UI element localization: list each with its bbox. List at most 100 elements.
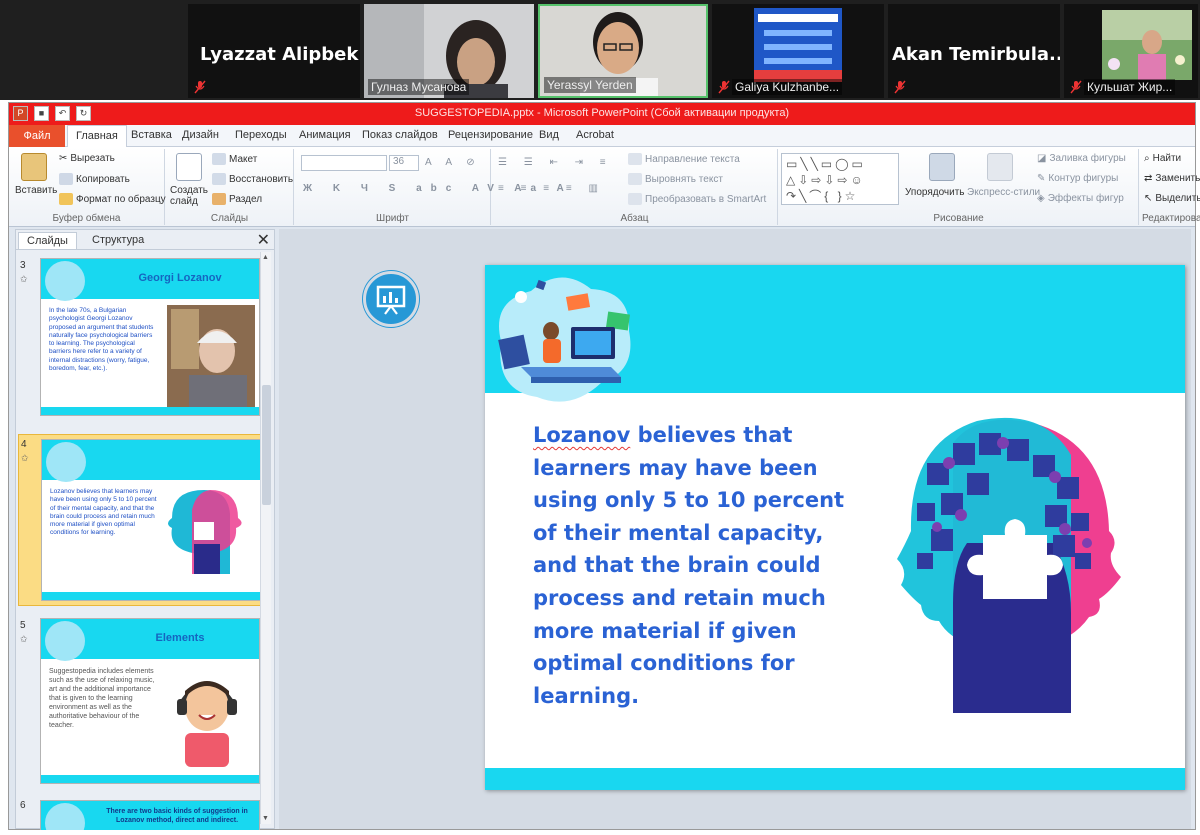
replace-label: Заменить <box>1155 173 1200 184</box>
select-button[interactable]: ↖ Выделить <box>1144 193 1200 204</box>
group-label: Рисование <box>933 213 984 224</box>
slide-thumbnail[interactable]: Elements Suggestopedia includes elements… <box>40 618 260 784</box>
group-label: Шрифт <box>376 213 409 224</box>
tab-animation[interactable]: Анимация <box>299 129 351 141</box>
tab-outline[interactable]: Структура <box>84 232 152 249</box>
slide-number: 4 <box>21 439 27 450</box>
slide-thumbnail[interactable]: Georgi Lozanov In the late 70s, a Bulgar… <box>40 258 260 416</box>
smartart-button[interactable]: Преобразовать в SmartArt <box>628 193 766 205</box>
participant-tile-kulshat[interactable]: Кульшат Жир... <box>1064 4 1198 98</box>
tab-design[interactable]: Дизайн <box>182 129 219 141</box>
slide-number: 6 <box>20 800 26 811</box>
group-label: Слайды <box>210 213 249 224</box>
shape-fill-button[interactable]: ◪ Заливка фигуры <box>1037 153 1126 164</box>
participant-name: Lyazzat Alipbek... <box>200 44 360 65</box>
align-buttons[interactable]: ≡ ≡ ≡ ≡ ▥ <box>498 183 605 194</box>
tab-file[interactable]: Файл <box>9 125 65 147</box>
cursor-icon: ↖ <box>1144 193 1153 204</box>
group-label: Абзац <box>620 213 649 224</box>
format-painter-button[interactable]: Формат по образцу <box>59 193 166 205</box>
participant-name: Гулназ Мусанова <box>368 79 470 95</box>
scroll-down-icon[interactable]: ▼ <box>262 815 269 822</box>
paste-button[interactable]: Вставить <box>15 185 57 196</box>
slide-thumbnail-row[interactable]: 6 There are two basic kinds of suggestio… <box>18 796 262 830</box>
slide-body-text[interactable]: Lozanov believes that learners may have … <box>533 419 863 712</box>
slide-thumbnail-row[interactable]: 5 ✩ Elements Suggestopedia includes elem… <box>18 616 262 790</box>
close-icon[interactable]: ✕ <box>257 230 270 250</box>
scroll-up-icon[interactable]: ▲ <box>262 254 269 261</box>
group-label: Буфер обмена <box>52 213 121 224</box>
slide-thumbnail-row-selected[interactable]: 4 ✩ Lozanov believes that learners may h… <box>18 434 262 606</box>
cut-button[interactable]: ✂ Вырезать <box>59 153 115 164</box>
group-clipboard: Вставить ✂ Вырезать Копировать Формат по … <box>9 149 166 225</box>
slide-bottom-band <box>485 768 1185 790</box>
participant-name: Galiya Kulzhanbe... <box>732 79 843 95</box>
font-grow-shrink[interactable]: A A ⊘ <box>425 157 481 168</box>
shapes-gallery[interactable]: ▭╲╲▭◯▭ △⇩⇨⇩⇨☺ ↷╲⌒{ }☆ <box>781 153 899 205</box>
scroll-thumb[interactable] <box>262 385 271 505</box>
tab-acrobat[interactable]: Acrobat <box>576 129 614 141</box>
new-slide-button[interactable]: Создать слайд <box>170 185 208 207</box>
participant-tile-akan[interactable]: Akan Temirbula... <box>888 4 1060 98</box>
text-direction-label: Направление текста <box>645 153 740 165</box>
font-size-box[interactable]: 36 <box>389 155 419 171</box>
panel-tabs: Слайды Структура ✕ <box>16 230 274 250</box>
list-buttons[interactable]: ☰ ☰ ⇤ ⇥ ≡ <box>498 157 613 168</box>
presentation-board-icon <box>376 285 406 315</box>
slides-scrollbar[interactable]: ▲ ▼ <box>260 252 271 824</box>
participant-tile-lyazzat[interactable]: Lyazzat Alipbek... <box>188 4 360 98</box>
copy-label: Копировать <box>76 173 130 185</box>
presentation-chart-icon[interactable] <box>363 271 419 327</box>
participant-tile-gulnaz[interactable]: Гулназ Мусанова <box>364 4 534 98</box>
group-label: Редактирова <box>1142 213 1200 224</box>
tab-insert[interactable]: Вставка <box>131 129 172 141</box>
effects-icon: ◈ <box>1037 193 1045 204</box>
animation-star-icon: ✩ <box>20 274 28 284</box>
tab-view[interactable]: Вид <box>539 129 559 141</box>
align-text-icon <box>628 173 642 185</box>
layout-button[interactable]: Макет <box>212 153 257 165</box>
window-title: SUGGESTOPEDIA.pptx - Microsoft PowerPoin… <box>414 107 790 119</box>
participant-tile-galiya[interactable]: Galiya Kulzhanbe... <box>712 4 884 98</box>
ribbon: Вставить ✂ Вырезать Копировать Формат по … <box>9 147 1200 227</box>
font-name-box[interactable] <box>301 155 387 171</box>
tab-slides[interactable]: Слайды <box>18 232 77 249</box>
section-button[interactable]: Раздел <box>212 193 262 205</box>
text-direction-button[interactable]: Направление текста <box>628 153 740 165</box>
illustration-image <box>46 442 86 482</box>
layout-label: Макет <box>229 153 258 165</box>
thumbnail-title: Georgi Lozanov <box>138 272 222 284</box>
quick-styles-button[interactable]: Экспресс-стили <box>967 187 1040 198</box>
smartart-label: Преобразовать в SmartArt <box>645 193 767 205</box>
layout-icon <box>212 153 226 165</box>
microphone-muted-icon <box>1070 80 1082 94</box>
shape-effects-button[interactable]: ◈ Эффекты фигур <box>1037 193 1124 204</box>
participant-tile-yerassyl[interactable]: Yerassyl Yerden <box>538 4 708 98</box>
group-editing: ⌕ Найти ⇄ Заменить ↖ Выделить Редактирова <box>1140 149 1200 225</box>
slide-editing-area: Lozanov believes that learners may have … <box>279 229 1191 829</box>
slide-thumbnail-row[interactable]: 3 ✩ Georgi Lozanov In the late 70s, a Bu… <box>18 256 262 420</box>
tab-transitions[interactable]: Переходы <box>235 129 287 141</box>
brush-icon <box>59 193 73 205</box>
slide-text: believes that learners may have been usi… <box>533 423 845 708</box>
copy-button[interactable]: Копировать <box>59 173 130 185</box>
new-slide-icon <box>176 153 202 181</box>
participant-name: Akan Temirbula... <box>892 44 1060 65</box>
slide-thumbnail[interactable]: There are two basic kinds of suggestion … <box>40 800 260 830</box>
thumbnail-title: There are two basic kinds of suggestion … <box>106 808 248 824</box>
tab-slideshow[interactable]: Показ слайдов <box>362 129 438 141</box>
shape-outline-button[interactable]: ✎ Контур фигуры <box>1037 173 1118 184</box>
find-button[interactable]: ⌕ Найти <box>1144 153 1181 164</box>
tab-home[interactable]: Главная <box>67 125 127 148</box>
reset-button[interactable]: Восстановить <box>212 173 293 185</box>
quick-styles-icon <box>987 153 1013 181</box>
current-slide[interactable]: Lozanov believes that learners may have … <box>485 265 1185 790</box>
align-text-button[interactable]: Выровнять текст <box>628 173 723 185</box>
microphone-muted-icon <box>894 80 906 94</box>
group-font: 36 A A ⊘ Ж K Ч S abc AV Aa A Шрифт <box>295 149 564 225</box>
replace-button[interactable]: ⇄ Заменить <box>1144 173 1200 184</box>
slide-thumbnail[interactable]: Lozanov believes that learners may have … <box>41 439 261 601</box>
tab-review[interactable]: Рецензирование <box>448 129 533 141</box>
arrange-button[interactable]: Упорядочить <box>905 187 965 198</box>
window-titlebar: P ■ ↶ ↻ SUGGESTOPEDIA.pptx - Microsoft P… <box>9 103 1195 125</box>
